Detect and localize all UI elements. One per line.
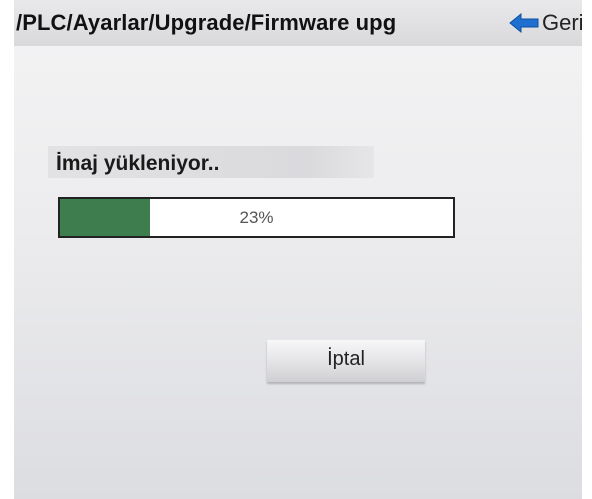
progress-percent-text: 23% [239,208,274,227]
header-bar: /PLC/Ayarlar/Upgrade/Firmware upg Geri [14,0,582,46]
back-button-label: Geri [542,10,582,35]
arrow-left-icon [509,13,539,33]
cancel-button-label: İptal [327,348,365,370]
breadcrumb: /PLC/Ayarlar/Upgrade/Firmware upg [16,10,397,35]
cancel-button[interactable]: İptal [267,340,425,382]
status-box: İmaj yükleniyor.. [48,146,374,178]
back-button[interactable]: Geri [503,0,582,46]
upload-status-text: İmaj yükleniyor.. [56,152,220,175]
upgrade-panel: /PLC/Ayarlar/Upgrade/Firmware upg Geri İ… [14,0,582,499]
upload-progress-bar: 23% [58,197,455,238]
